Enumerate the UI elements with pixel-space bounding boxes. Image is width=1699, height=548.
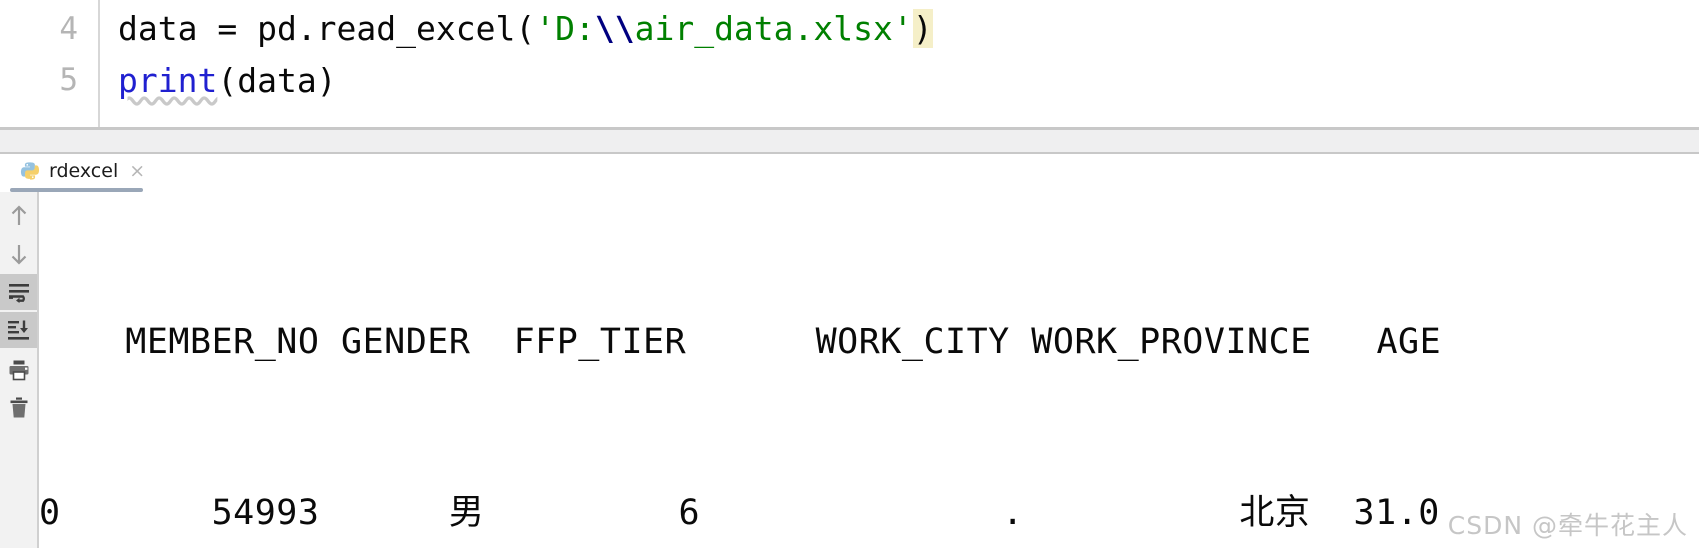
code-editor[interactable]: 4 5 data = pd.read_excel('D:\\air_data.x… <box>0 0 1699 127</box>
code-line-4[interactable]: data = pd.read_excel('D:\\air_data.xlsx'… <box>118 9 933 48</box>
run-toolbar <box>0 192 37 548</box>
up-arrow-icon[interactable] <box>0 198 37 234</box>
print-icon[interactable] <box>0 352 37 388</box>
scroll-to-end-icon[interactable] <box>0 312 37 348</box>
trash-icon[interactable] <box>0 390 37 426</box>
code-token-string: 'D: <box>535 9 595 48</box>
run-tool-tabbar: rdexcel × <box>0 154 1699 192</box>
toolwindow-header-strip <box>0 130 1699 152</box>
close-icon[interactable]: × <box>129 161 145 181</box>
console-output[interactable]: MEMBER_NO GENDER FFP_TIER WORK_CITY WORK… <box>39 192 1699 548</box>
table-row: 0 54993 男 6 . 北京 31.0 <box>39 493 1440 533</box>
table-header-row: MEMBER_NO GENDER FFP_TIER WORK_CITY WORK… <box>39 322 1442 362</box>
dataframe-output: MEMBER_NO GENDER FFP_TIER WORK_CITY WORK… <box>39 192 1468 548</box>
code-token-string: air_data.xlsx' <box>634 9 913 48</box>
code-area[interactable]: data = pd.read_excel('D:\\air_data.xlsx'… <box>100 0 1699 127</box>
code-token-plain: (data) <box>217 61 337 100</box>
code-token-plain: data = pd.read_excel( <box>118 9 536 48</box>
code-token-escape: \\ <box>594 9 635 48</box>
code-line-5[interactable]: print(data) <box>118 64 337 97</box>
line-number-5: 5 <box>59 62 78 98</box>
tab-label: rdexcel <box>49 160 119 182</box>
editor-gutter: 4 5 <box>0 0 100 127</box>
tab-rdexcel[interactable]: rdexcel × <box>8 154 155 188</box>
python-icon <box>20 161 40 181</box>
code-token-function: print <box>118 61 218 100</box>
down-arrow-icon[interactable] <box>0 236 37 272</box>
line-number-4: 4 <box>59 11 78 47</box>
soft-wrap-icon[interactable] <box>0 274 37 310</box>
watermark: CSDN @牵牛花主人 <box>1447 511 1688 540</box>
code-token-matching-paren: ) <box>912 9 933 48</box>
